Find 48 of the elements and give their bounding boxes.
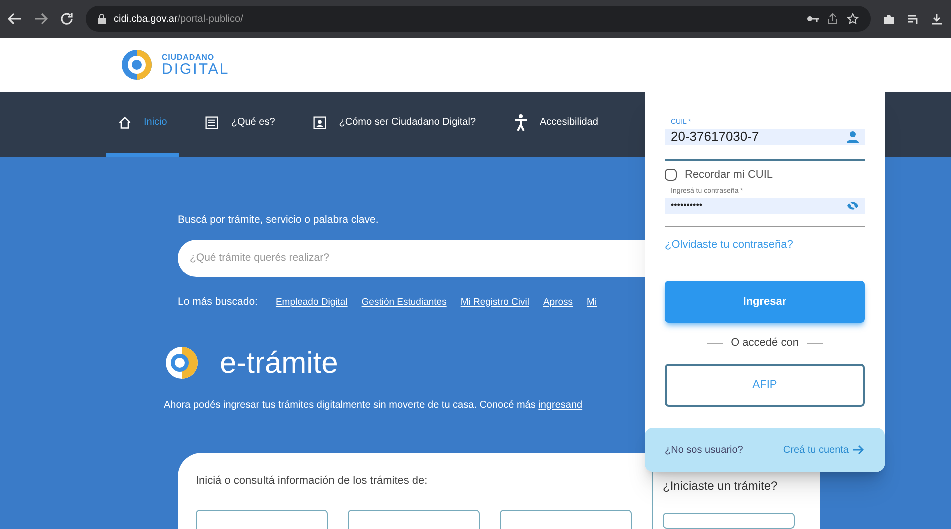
address-bar[interactable]: cidi.cba.gov.ar/portal-publico/ (86, 6, 871, 32)
side-title: ¿Iniciaste un trámite? (663, 478, 779, 495)
popular-link[interactable]: Empleado Digital (276, 296, 348, 310)
option-card[interactable] (663, 513, 795, 529)
reading-list-icon[interactable] (907, 13, 919, 25)
id-card-icon (313, 116, 328, 130)
popular-link[interactable]: Mi Registro Civil (460, 296, 530, 310)
card-text: Iniciá o consultá información de los trámites de: (196, 474, 429, 489)
popular-link[interactable]: Mi (587, 296, 598, 310)
e-tramite-logo-icon (164, 345, 200, 381)
forgot-password-link[interactable]: ¿Olvidaste tu contraseña? (665, 236, 865, 253)
star-icon[interactable] (847, 13, 859, 25)
lock-icon (98, 14, 106, 24)
download-icon[interactable] (931, 13, 943, 25)
url-text: cidi.cba.gov.ar/portal-publico/ (114, 12, 244, 26)
alt-login-text: O accedé con (731, 336, 799, 351)
list-icon (205, 116, 220, 130)
popular-link[interactable]: Gestión Estudiantes (362, 296, 447, 310)
nav-item[interactable]: Inicio (106, 92, 180, 157)
arrow-icon (853, 445, 865, 455)
create-account-link[interactable]: Creá tu cuenta (783, 442, 865, 458)
hidden-eye-icon (847, 200, 859, 210)
e-tramite-title: e-trámite (220, 346, 338, 382)
share-icon[interactable] (827, 13, 839, 25)
afip-button[interactable]: AFIP (665, 364, 865, 406)
no-user-text: ¿No sos usuario? (665, 444, 744, 458)
remember-label: Recordar mi CUIL (685, 168, 774, 182)
popular-label: Lo más buscado: (178, 294, 258, 310)
forward-icon[interactable] (34, 12, 48, 26)
user-icon (847, 130, 859, 142)
back-icon[interactable] (8, 12, 22, 26)
logo-text: CIUDADANO (162, 54, 216, 62)
nav-item[interactable]: ¿Qué es? (193, 92, 288, 157)
e-tramite-text: Ahora podés ingresar tus trámites digitalmente sin moverte de tu casa. Conocé más ingresand (164, 398, 584, 412)
home-icon (118, 116, 132, 130)
popular-link[interactable]: Apross (543, 296, 574, 310)
more-link[interactable]: ingresand (538, 400, 583, 410)
search-field[interactable]: ¿Qué trámite querés realizar? (178, 240, 645, 277)
logo-text: DIGITAL (162, 62, 230, 76)
key-icon[interactable] (807, 15, 819, 23)
reload-icon[interactable] (60, 12, 74, 26)
remember-checkbox[interactable] (665, 168, 677, 181)
nav-item[interactable]: ¿Cómo ser Ciudadano Digital? (301, 92, 488, 157)
login-button[interactable]: Ingresar (665, 281, 865, 323)
nav-item[interactable]: Accesibilidad (502, 92, 610, 157)
accessibility-icon (514, 114, 528, 132)
search-heading: Buscá por trámite, servicio o palabra clave. (178, 213, 380, 228)
logo-icon (120, 48, 154, 82)
